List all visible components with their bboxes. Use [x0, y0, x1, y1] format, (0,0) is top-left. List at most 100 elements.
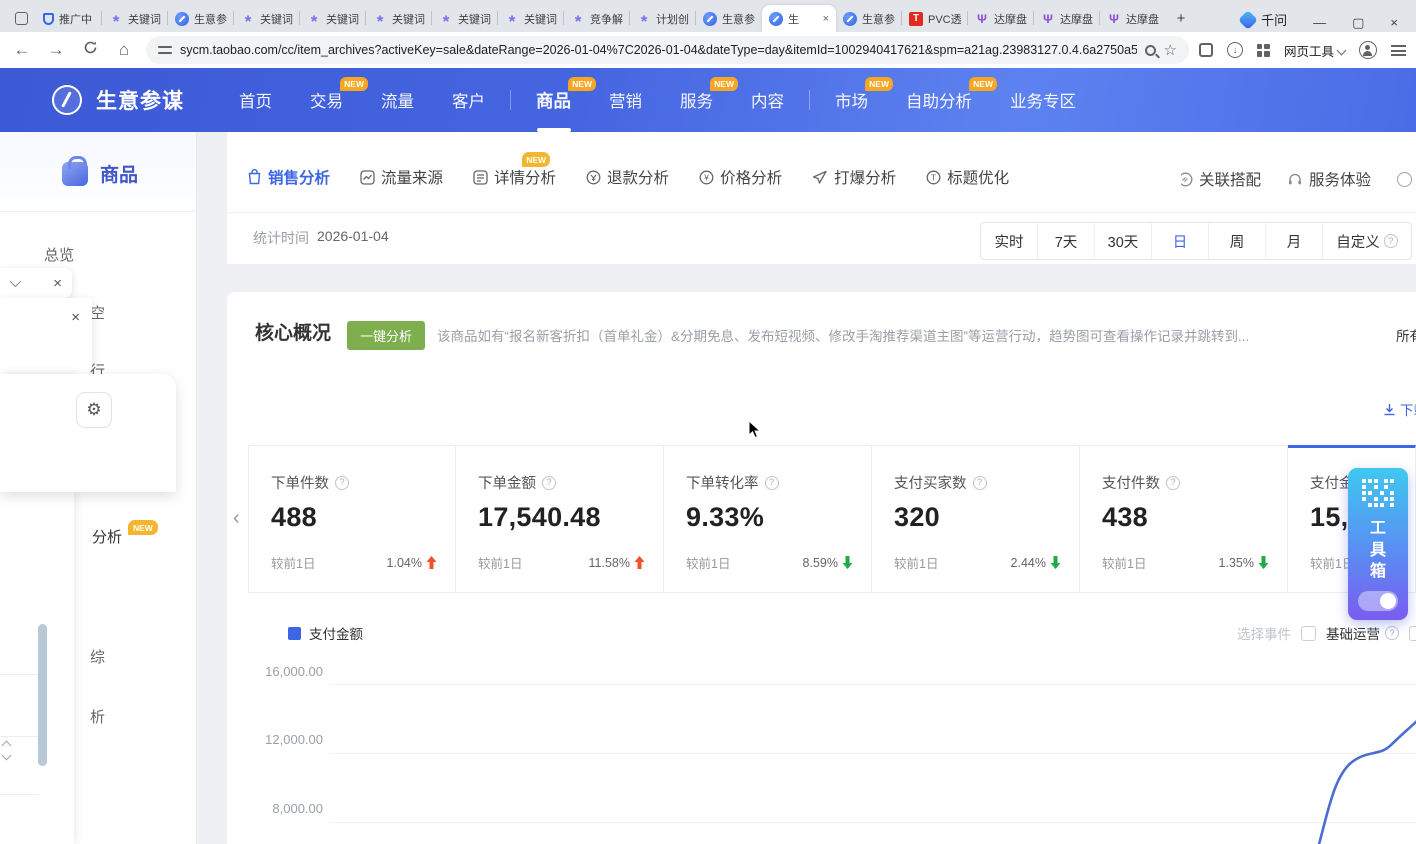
toolbox-widget[interactable]: 工具箱	[1348, 468, 1408, 620]
nav-item-marketing[interactable]: 营销	[590, 68, 661, 132]
url-text[interactable]: sycm.taobao.com/cc/item_archives?activeK…	[180, 43, 1137, 57]
zoom-icon[interactable]	[1145, 45, 1156, 56]
help-icon[interactable]: ?	[335, 476, 349, 490]
browser-tab[interactable]: 生意参	[168, 5, 234, 32]
browser-tab-active[interactable]: 生×	[762, 5, 836, 32]
browser-tab[interactable]: 生意参	[836, 5, 902, 32]
help-icon[interactable]: ?	[1166, 476, 1180, 490]
metric-card-paid-buyers[interactable]: 支付买家数? 320 较前1日2.44%	[872, 445, 1080, 593]
sidebar-item[interactable]: 空	[90, 302, 105, 323]
new-tab-button[interactable]: +	[1168, 5, 1194, 31]
nav-item-business-zone[interactable]: 业务专区	[991, 68, 1095, 132]
forward-button[interactable]: →	[44, 40, 68, 60]
reload-button[interactable]	[78, 40, 102, 60]
range-30d[interactable]: 30天	[1095, 223, 1152, 259]
link-service-experience[interactable]: 服务体验	[1287, 168, 1371, 190]
brand[interactable]: 生意参谋	[52, 85, 184, 115]
clipped-menu-icon[interactable]	[1397, 172, 1412, 187]
back-button[interactable]: ←	[10, 40, 34, 60]
site-settings-icon[interactable]	[158, 44, 172, 56]
nav-item-home[interactable]: 首页	[220, 68, 291, 132]
profile-icon[interactable]	[1359, 41, 1377, 59]
clipped-checkbox[interactable]	[1409, 626, 1416, 641]
web-tools-menu[interactable]: 网页工具	[1284, 41, 1345, 60]
one-click-analyze-button[interactable]: 一键分析	[347, 321, 425, 350]
range-custom[interactable]: 自定义?	[1323, 223, 1411, 259]
tab-traffic-source[interactable]: 流量来源	[360, 166, 443, 188]
tab-refund-analysis[interactable]: 退款分析	[586, 166, 669, 188]
range-month[interactable]: 月	[1266, 223, 1323, 259]
home-button[interactable]: ⌂	[112, 40, 136, 60]
browser-menu-icon[interactable]	[1391, 45, 1406, 56]
sidebar-item[interactable]: 综	[90, 646, 105, 667]
extensions-icon[interactable]	[1199, 43, 1213, 57]
help-icon[interactable]: ?	[1384, 234, 1398, 248]
browser-tab[interactable]: 关键词	[498, 5, 564, 32]
tab-detail-analysis[interactable]: 详情分析NEW	[473, 166, 556, 188]
nav-item-content[interactable]: 内容	[732, 68, 803, 132]
browser-tab[interactable]: 关键词	[234, 5, 300, 32]
bookmark-star-icon[interactable]: ☆	[1164, 41, 1177, 59]
help-icon[interactable]: ?	[542, 476, 556, 490]
window-close-button[interactable]: ×	[1390, 16, 1398, 29]
browser-tab[interactable]: 关键词	[300, 5, 366, 32]
qianwen-assistant-button[interactable]: 千问	[1241, 10, 1287, 29]
browser-tab[interactable]: PVC透	[902, 5, 968, 32]
address-bar[interactable]: sycm.taobao.com/cc/item_archives?activeK…	[146, 36, 1189, 64]
chevron-down-icon[interactable]	[10, 276, 21, 287]
carousel-prev-icon[interactable]: ‹	[233, 507, 240, 530]
chart-legend[interactable]: 支付金额	[288, 623, 363, 643]
browser-tab[interactable]: 关键词	[366, 5, 432, 32]
tab-title-optimize[interactable]: T标题优化	[926, 166, 1009, 188]
nav-item-service[interactable]: 服务NEW	[661, 68, 732, 132]
nav-item-product[interactable]: 商品NEW	[517, 68, 590, 132]
browser-tab[interactable]: 关键词	[102, 5, 168, 32]
tab-search-button[interactable]	[6, 5, 36, 32]
gear-icon[interactable]: ⚙	[76, 392, 112, 428]
range-day[interactable]: 日	[1152, 223, 1209, 259]
window-minimize-button[interactable]: —	[1313, 16, 1326, 29]
browser-tab[interactable]: 达摩盘	[1034, 5, 1100, 32]
all-channels-link[interactable]: 所有	[1390, 325, 1416, 345]
range-week[interactable]: 周	[1209, 223, 1266, 259]
tab-sales-analysis[interactable]: 销售分析	[247, 166, 330, 188]
nav-item-market[interactable]: 市场NEW	[816, 68, 887, 132]
metric-card-paid-items[interactable]: 支付件数? 438 较前1日1.35%	[1080, 445, 1288, 593]
link-related-match[interactable]: 关联搭配	[1181, 168, 1261, 190]
close-icon[interactable]: ×	[823, 13, 829, 25]
tab-price-analysis[interactable]: ¥价格分析	[699, 166, 782, 188]
nav-item-customer[interactable]: 客户	[433, 68, 504, 132]
metric-card-order-items[interactable]: 下单件数? 488 较前1日1.04%	[248, 445, 456, 593]
sidebar-item-overview[interactable]: 总览	[44, 244, 74, 265]
help-icon[interactable]: ?	[1385, 626, 1399, 640]
browser-tab[interactable]: 计划创	[630, 5, 696, 32]
sidebar-item-analysis[interactable]: 分析	[92, 526, 122, 547]
range-realtime[interactable]: 实时	[981, 223, 1038, 259]
nav-item-traffic[interactable]: 流量	[362, 68, 433, 132]
browser-tab[interactable]: 达摩盘	[968, 5, 1034, 32]
browser-tab[interactable]: 达摩盘	[1100, 5, 1166, 32]
nav-item-trade[interactable]: 交易NEW	[291, 68, 362, 132]
window-maximize-button[interactable]: ▢	[1352, 16, 1364, 29]
browser-tab[interactable]: 关键词	[432, 5, 498, 32]
tab-explosive-analysis[interactable]: 打爆分析	[812, 166, 896, 188]
toolbox-toggle[interactable]	[1358, 591, 1398, 611]
range-7d[interactable]: 7天	[1038, 223, 1095, 259]
sidebar-item[interactable]: 析	[90, 706, 105, 727]
close-icon[interactable]: ×	[71, 310, 80, 325]
browser-tab[interactable]: 推广中	[36, 5, 102, 32]
browser-tab[interactable]: 竞争解	[564, 5, 630, 32]
nav-item-self-analysis[interactable]: 自助分析NEW	[887, 68, 991, 132]
close-icon[interactable]: ×	[53, 276, 62, 291]
metric-card-order-conversion[interactable]: 下单转化率? 9.33% 较前1日8.59%	[664, 445, 872, 593]
basic-ops-checkbox[interactable]	[1301, 626, 1316, 641]
metric-card-order-amount[interactable]: 下单金额? 17,540.48 较前1日11.58%	[456, 445, 664, 593]
help-icon[interactable]: ?	[765, 476, 779, 490]
help-icon[interactable]: ?	[973, 476, 987, 490]
apps-grid-icon[interactable]	[1257, 44, 1270, 57]
downloads-icon[interactable]: ↓	[1227, 42, 1243, 58]
stepper-arrows[interactable]	[3, 742, 10, 759]
scrollbar[interactable]	[38, 624, 47, 766]
download-link[interactable]: 下载	[1383, 399, 1416, 419]
browser-tab[interactable]: 生意参	[696, 5, 762, 32]
